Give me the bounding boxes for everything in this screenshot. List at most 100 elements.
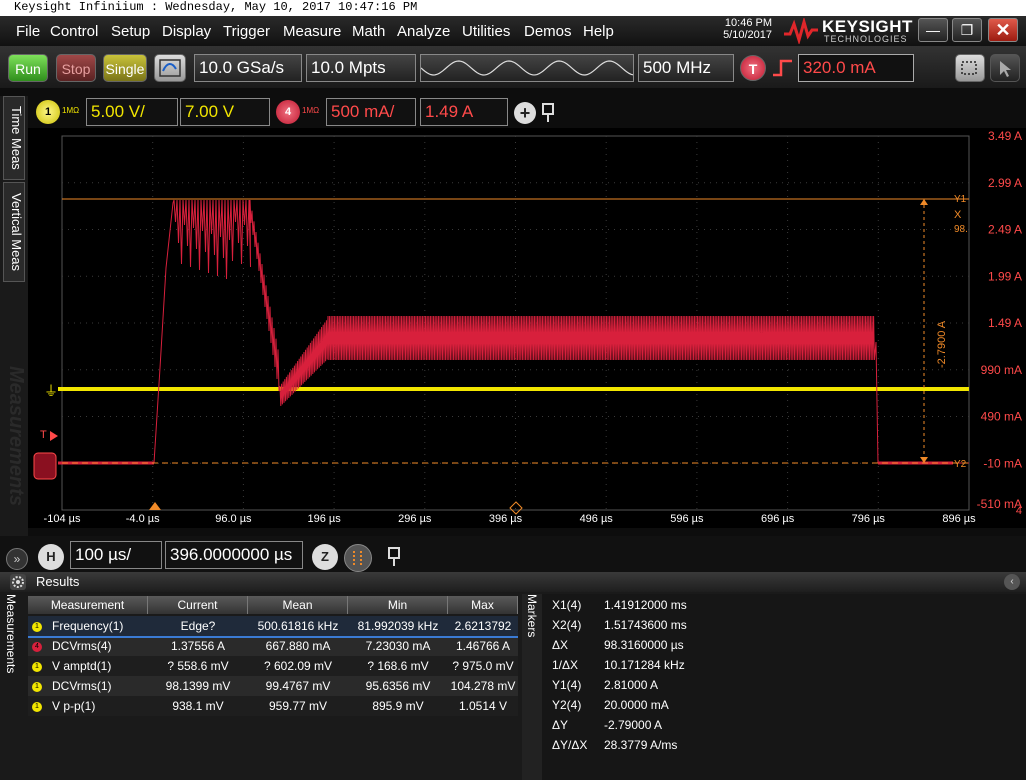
col-mean[interactable]: Mean: [248, 596, 348, 614]
menu-math[interactable]: Math: [352, 23, 385, 40]
ch4-ground-marker[interactable]: [33, 452, 57, 480]
col-max[interactable]: Max: [448, 596, 518, 614]
waveform-preview[interactable]: [420, 54, 634, 82]
menu-display[interactable]: Display: [162, 23, 211, 40]
measurement-name: V p-p(1): [52, 699, 96, 713]
zoom-box-button[interactable]: [955, 54, 985, 82]
minimize-button[interactable]: —: [918, 18, 948, 42]
bandwidth-field[interactable]: 500 MHz: [638, 54, 734, 82]
rising-edge-icon[interactable]: [770, 55, 796, 81]
maximize-button[interactable]: ❐: [952, 18, 982, 42]
timebase-position-field[interactable]: 396.0000000 µs: [165, 541, 303, 569]
marker-value: 1.41912000 ms: [604, 598, 687, 612]
trigger-level-field[interactable]: 320.0 mA: [798, 54, 914, 82]
channel-dot-icon: 1: [32, 681, 42, 692]
x-axis-label: 896 µs: [942, 513, 976, 525]
measurement-mean: 959.77 mV: [268, 699, 328, 713]
pin-icon[interactable]: [540, 102, 556, 124]
memory-depth-field[interactable]: 10.0 Mpts: [306, 54, 416, 82]
collapse-icon[interactable]: ‹: [1004, 574, 1020, 590]
measurement-mean: ? 602.09 mV: [263, 659, 333, 673]
trigger-level-marker[interactable]: T: [40, 429, 47, 441]
single-button[interactable]: Single: [103, 54, 147, 82]
sample-rate-field[interactable]: 10.0 GSa/s: [194, 54, 302, 82]
table-row[interactable]: 1 V p-p(1) 938.1 mV 959.77 mV 895.9 mV 1.0514…: [28, 696, 518, 716]
tab-vertical-meas[interactable]: Vertical Meas: [3, 182, 25, 282]
table-row[interactable]: 1 Frequency(1) Edge? 500.61816 kHz 81.992039…: [28, 616, 518, 636]
menu-bar: File Control Setup Display Trigger Measu…: [0, 16, 1026, 46]
menu-file[interactable]: File: [16, 23, 40, 40]
side-tabs: Time Meas Vertical Meas Measurements: [0, 96, 28, 586]
time-axis-labels: -104 µs -4.0 µs 96.0 µs 196 µs 296 µs 396 µs 4…: [28, 513, 1026, 531]
ch1-ground-marker[interactable]: ⏚: [44, 383, 58, 399]
measurements-watermark: Measurements: [5, 366, 27, 507]
ch4-offset-field[interactable]: 1.49 A: [420, 98, 508, 126]
y-axis-label: 2.49 A: [988, 223, 1022, 237]
marker-value: 2.81000 A: [604, 678, 659, 692]
waveform-display[interactable]: 3.49 A 2.99 A 2.49 A 1.99 A 1.49 A 990 mA 490 …: [28, 128, 1026, 528]
menu-utilities[interactable]: Utilities: [462, 23, 510, 40]
menu-analyze[interactable]: Analyze: [397, 23, 450, 40]
col-current[interactable]: Current: [148, 596, 248, 614]
menu-measure[interactable]: Measure: [283, 23, 341, 40]
x-axis-label: 396 µs: [488, 513, 523, 525]
clock-time: 10:46 PM: [724, 17, 772, 29]
pointer-button[interactable]: [990, 54, 1020, 82]
marker-value: 10.171284 kHz: [604, 658, 685, 672]
clock: 10:46 PM 5/10/2017: [700, 17, 772, 41]
horizontal-badge[interactable]: H: [38, 544, 64, 570]
x-axis-label: 196 µs: [307, 513, 341, 525]
marker-label: 1/ΔX: [552, 658, 579, 672]
add-channel-icon[interactable]: +: [514, 102, 536, 124]
autoscale-button[interactable]: [154, 54, 186, 82]
clock-date: 5/10/2017: [723, 29, 772, 41]
marker-label: X2(4): [552, 618, 582, 632]
horizontal-bar: » H 100 µs/ 396.0000000 µs Z: [0, 536, 1026, 572]
x-axis-label: 696 µs: [760, 513, 795, 525]
table-row[interactable]: 1 DCVrms(1) 98.1399 mV 99.4767 mV 95.6356 mV…: [28, 676, 518, 696]
zoom-badge[interactable]: Z: [312, 544, 338, 570]
timebase-scale-field[interactable]: 100 µs/: [70, 541, 162, 569]
ch1-offset-field[interactable]: 7.00 V: [180, 98, 270, 126]
ch4-scale-field[interactable]: 500 mA/: [326, 98, 416, 126]
tab-time-meas[interactable]: Time Meas: [3, 96, 25, 180]
marker-label: ΔX: [552, 638, 569, 652]
markers-tab[interactable]: Markers: [522, 594, 542, 780]
marker-label: Y2(4): [552, 698, 582, 712]
stop-button[interactable]: Stop: [56, 54, 96, 82]
waveform-graticule[interactable]: 3.49 A 2.99 A 2.49 A 1.99 A 1.49 A 990 mA 490 …: [28, 128, 1026, 528]
menu-help[interactable]: Help: [583, 23, 614, 40]
gear-icon[interactable]: [10, 574, 26, 590]
ch4-badge[interactable]: 4: [276, 100, 300, 124]
run-button[interactable]: Run: [8, 54, 48, 82]
expand-chevron-icon[interactable]: »: [6, 548, 28, 570]
menu-setup[interactable]: Setup: [111, 23, 150, 40]
ch1-badge[interactable]: 1: [36, 100, 60, 124]
marker-label: ΔY/ΔX: [552, 738, 588, 752]
trigger-badge[interactable]: T: [740, 55, 766, 81]
x-axis-label: 296 µs: [398, 513, 432, 525]
measurement-max: 1.46766 A: [455, 639, 511, 653]
x-axis-label: -4.0 µs: [125, 513, 160, 525]
menu-demos[interactable]: Demos: [524, 23, 572, 40]
x-axis-label: -104 µs: [43, 513, 81, 525]
col-measurement[interactable]: Measurement: [28, 596, 148, 614]
table-row[interactable]: 4 DCVrms(4) 1.37556 A 667.880 mA 7.23030 mA 1…: [28, 636, 518, 656]
y1-label: Y1: [954, 194, 967, 205]
measure-dots-icon[interactable]: [344, 544, 372, 572]
menu-control[interactable]: Control: [50, 23, 98, 40]
x-axis-label: 96.0 µs: [215, 513, 252, 525]
y-axis-label: -10 mA: [983, 456, 1022, 470]
table-row[interactable]: 1 V amptd(1) ? 558.6 mV ? 602.09 mV ? 168.6 …: [28, 656, 518, 676]
results-header: Results ‹: [0, 572, 1026, 592]
gear-svg: [12, 576, 24, 588]
col-min[interactable]: Min: [348, 596, 448, 614]
menu-trigger[interactable]: Trigger: [223, 23, 270, 40]
measurement-min: 895.9 mV: [372, 699, 424, 713]
ch1-scale-field[interactable]: 5.00 V/: [86, 98, 178, 126]
row-selection-line: [28, 636, 518, 638]
close-button[interactable]: ✕: [988, 18, 1018, 42]
pin-icon-horizontal[interactable]: [386, 546, 402, 568]
oscilloscope-app: File Control Setup Display Trigger Measu…: [0, 16, 1026, 780]
channel-bar: 1 1MΩ 5.00 V/ 7.00 V 4 1MΩ 500 mA/ 1.49 …: [28, 96, 1026, 128]
